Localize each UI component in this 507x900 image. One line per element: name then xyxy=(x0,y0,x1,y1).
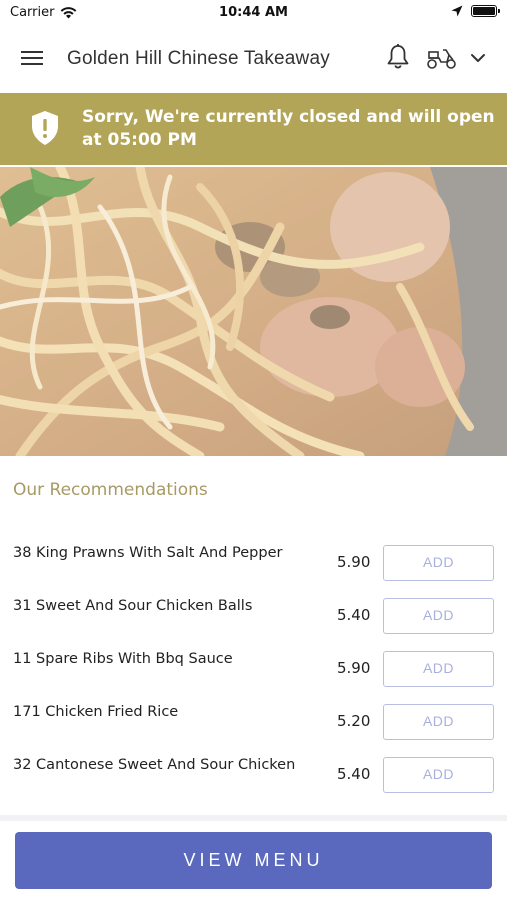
list-item: 32 Cantonese Sweet And Sour Chicken 5.40… xyxy=(0,748,507,801)
hamburger-menu-button[interactable] xyxy=(20,48,48,72)
item-price: 5.40 xyxy=(337,606,371,624)
item-name: 38 King Prawns With Salt And Pepper xyxy=(13,545,283,561)
closed-notice-banner: Sorry, We're currently closed and will o… xyxy=(0,93,507,165)
item-name: 31 Sweet And Sour Chicken Balls xyxy=(13,598,253,614)
add-button[interactable]: ADD xyxy=(383,704,494,740)
item-name: 171 Chicken Fried Rice xyxy=(13,704,179,720)
list-item: 38 King Prawns With Salt And Pepper 5.90… xyxy=(0,536,507,589)
location-arrow-icon xyxy=(451,5,463,17)
footer-divider xyxy=(0,815,507,821)
item-price: 5.20 xyxy=(337,712,371,730)
list-item: 11 Spare Ribs With Bbq Sauce 5.90 ADD xyxy=(0,642,507,695)
noodles-photo xyxy=(0,167,507,456)
view-menu-button[interactable]: VIEW MENU xyxy=(15,832,492,889)
add-button[interactable]: ADD xyxy=(383,545,494,581)
hero-food-image xyxy=(0,167,507,456)
status-indicators xyxy=(451,5,500,17)
notifications-button[interactable] xyxy=(385,43,413,73)
app-header: Golden Hill Chinese Takeaway xyxy=(0,26,507,93)
item-price: 5.90 xyxy=(337,553,371,571)
item-name: 11 Spare Ribs With Bbq Sauce xyxy=(13,651,233,667)
shield-alert-icon xyxy=(32,111,58,145)
restaurant-title: Golden Hill Chinese Takeaway xyxy=(67,48,330,69)
hamburger-menu-icon xyxy=(21,51,43,65)
item-price: 5.40 xyxy=(337,765,371,783)
item-name: 32 Cantonese Sweet And Sour Chicken xyxy=(13,757,296,773)
status-bar: Carrier 10:44 AM xyxy=(0,0,507,26)
bell-icon xyxy=(387,44,409,69)
scooter-icon xyxy=(427,49,456,69)
delivery-mode-dropdown[interactable] xyxy=(468,48,490,70)
closed-message: Sorry, We're currently closed and will o… xyxy=(82,107,495,150)
list-item: 31 Sweet And Sour Chicken Balls 5.40 ADD xyxy=(0,589,507,642)
status-time: 10:44 AM xyxy=(219,5,288,20)
add-button[interactable]: ADD xyxy=(383,598,494,634)
battery-icon xyxy=(471,5,500,17)
item-price: 5.90 xyxy=(337,659,371,677)
delivery-mode-button[interactable] xyxy=(426,46,460,72)
add-button[interactable]: ADD xyxy=(383,757,494,793)
recommendations-heading: Our Recommendations xyxy=(13,480,208,500)
list-item: 171 Chicken Fried Rice 5.20 ADD xyxy=(0,695,507,748)
add-button[interactable]: ADD xyxy=(383,651,494,687)
chevron-down-icon xyxy=(471,54,485,62)
